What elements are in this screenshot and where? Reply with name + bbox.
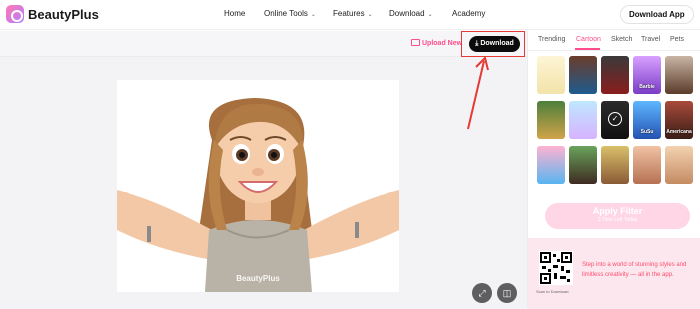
promo-text: Step into a world of stunning styles and… (582, 262, 687, 278)
nav-online-tools[interactable]: Online Tools ⌄ (264, 9, 316, 18)
style-thumbnail[interactable] (537, 146, 565, 184)
style-thumbnail[interactable] (665, 146, 693, 184)
tab-travel[interactable]: Travel (641, 36, 660, 43)
brand-name[interactable]: BeautyPlus (28, 7, 99, 22)
nav-academy[interactable]: Academy (452, 9, 485, 18)
annotation-arrow (467, 56, 489, 130)
tab-cartoon[interactable]: Cartoon (576, 36, 601, 43)
chevron-down-icon: ⌄ (427, 12, 433, 18)
qr-code-icon (539, 251, 573, 285)
filter-panel: Trending Cartoon Sketch Travel Pets Barb… (527, 31, 700, 309)
style-thumbnail[interactable]: ✓ (600, 100, 630, 140)
style-thumbnail[interactable] (537, 101, 565, 139)
editor-toolbar: Upload New ⤓ Download (0, 31, 527, 57)
download-app-button[interactable]: Download App (620, 5, 694, 24)
beautyplus-watermark: BeautyPlus (236, 274, 280, 283)
editor-workspace: Upload New ⤓ Download BeautyPlus ⤢ ◫ (0, 31, 527, 309)
expand-icon[interactable]: ⤢ (472, 283, 492, 303)
beautyplus-logo-icon[interactable] (6, 5, 24, 23)
check-icon: ✓ (608, 112, 622, 126)
tab-pets[interactable]: Pets (670, 36, 684, 43)
style-thumbnail[interactable] (569, 56, 597, 94)
active-tab-indicator (575, 48, 600, 50)
compare-icon[interactable]: ◫ (497, 283, 517, 303)
style-thumbnail-grid: Barbie ✓ SuSu Americana (537, 56, 697, 188)
style-thumbnail[interactable]: SuSu (633, 101, 661, 139)
chevron-down-icon: ⌄ (367, 12, 373, 18)
chevron-down-icon: ⌄ (310, 12, 316, 18)
page: BeautyPlus Home Online Tools ⌄ Features ⌄ … (0, 0, 700, 309)
thumbnail-label: Barbie (639, 84, 655, 90)
style-thumbnail[interactable] (633, 146, 661, 184)
app-promo-banner: Scan to Download Step into a world of st… (528, 238, 700, 309)
nav-home[interactable]: Home (224, 9, 245, 18)
cartoon-avatar-image (117, 98, 399, 292)
apply-filter-button[interactable]: Apply Filter 3 Time Left Today (545, 203, 690, 229)
style-thumbnail[interactable] (537, 56, 565, 94)
style-thumbnail[interactable] (665, 56, 693, 94)
image-upload-icon (411, 39, 420, 46)
filter-tabs: Trending Cartoon Sketch Travel Pets (528, 31, 700, 51)
style-thumbnail[interactable] (601, 146, 629, 184)
qr-caption: Scan to Download (536, 289, 569, 294)
style-thumbnail[interactable]: Barbie (633, 56, 661, 94)
thumbnail-label: SuSu (640, 129, 654, 135)
download-highlight-box (461, 31, 525, 57)
style-thumbnail[interactable] (569, 101, 597, 139)
tab-sketch[interactable]: Sketch (611, 36, 632, 43)
upload-new-button[interactable]: Upload New (411, 39, 462, 47)
top-header: BeautyPlus Home Online Tools ⌄ Features ⌄ … (0, 0, 700, 30)
style-thumbnail[interactable] (601, 56, 629, 94)
thumbnail-label: Americana (666, 129, 692, 135)
style-thumbnail[interactable] (569, 146, 597, 184)
nav-download[interactable]: Download ⌄ (389, 9, 433, 18)
style-thumbnail[interactable]: Americana (665, 101, 693, 139)
nav-features[interactable]: Features ⌄ (333, 9, 373, 18)
photo-canvas: BeautyPlus (117, 80, 399, 292)
tab-trending[interactable]: Trending (538, 36, 565, 43)
